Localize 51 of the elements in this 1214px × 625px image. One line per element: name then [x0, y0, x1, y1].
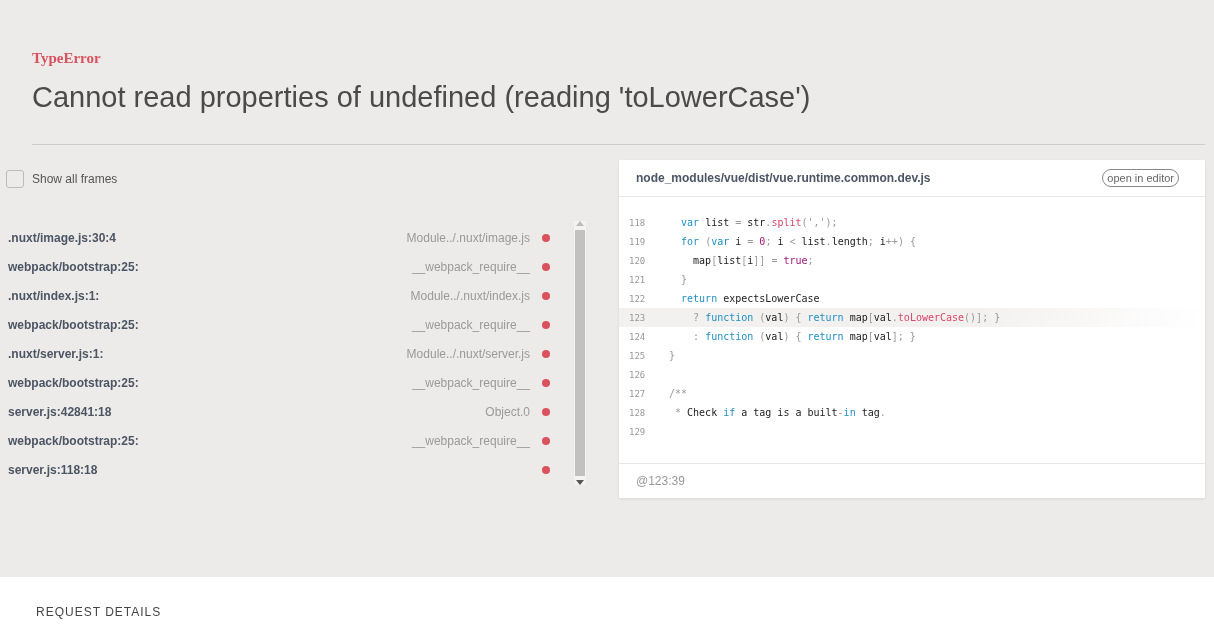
scrollbar[interactable] [574, 221, 586, 485]
line-number: 120 [628, 255, 647, 266]
code-line: } [669, 350, 676, 361]
code-line: return expectsLowerCase [680, 293, 820, 304]
checkbox-label[interactable]: Show all frames [32, 172, 118, 186]
status-dot [542, 378, 550, 387]
frame-location[interactable]: webpack/bootstrap:25: [8, 433, 412, 448]
line-number: 125 [628, 350, 647, 361]
frame-location[interactable]: .nuxt/index.js:1: [8, 288, 411, 303]
status-dot [542, 465, 550, 474]
line-number: 129 [628, 426, 647, 437]
scroll-down-icon[interactable] [576, 480, 584, 485]
code-line: /** [669, 388, 688, 399]
error-type: TypeError [32, 50, 102, 67]
frame-location[interactable]: webpack/bootstrap:25: [8, 259, 412, 274]
code-line: for (var i = 0; i < list.length; i++) { [680, 236, 916, 247]
status-dot [542, 320, 550, 329]
scroll-up-icon[interactable] [576, 221, 584, 226]
line-number: 122 [628, 293, 647, 304]
status-dot [542, 233, 550, 242]
code-line: ? function (val) { return map[val.toLowerCase()]; } [692, 312, 1001, 323]
frame-location[interactable]: server.js:42841:18 [8, 404, 486, 419]
checkbox[interactable] [6, 170, 24, 188]
line-number: 123 [628, 312, 647, 323]
line-number: 118 [628, 217, 647, 228]
status-dot [542, 407, 550, 416]
line-number: 126 [628, 369, 647, 380]
code-line: } [680, 274, 688, 285]
line-number: 128 [628, 407, 647, 418]
frame-location[interactable]: .nuxt/server.js:1: [8, 346, 407, 361]
cursor-position: @123:39 [636, 474, 685, 488]
status-dot [542, 349, 550, 358]
status-dot [542, 291, 550, 300]
error-message: Cannot read properties of undefined (reading 'toLowerCase') [32, 81, 812, 114]
frame-location[interactable]: webpack/bootstrap:25: [8, 375, 412, 390]
frame-location[interactable]: webpack/bootstrap:25: [8, 317, 412, 332]
line-number: 124 [628, 331, 647, 342]
status-dot [542, 262, 550, 271]
frame-location[interactable]: server.js:118:18 [8, 462, 542, 477]
code-line: : function (val) { return map[val]; } [692, 331, 916, 342]
status-dot [542, 436, 550, 445]
file-path: node_modules/vue/dist/vue.runtime.common.dev.js [636, 171, 931, 185]
section-heading: REQUEST DETAILS [36, 605, 163, 619]
line-number: 127 [628, 388, 647, 399]
code-line: map[list[i]] = true; [692, 255, 814, 266]
line-number: 121 [628, 274, 647, 285]
open-in-editor-button[interactable]: open in editor [1102, 169, 1179, 187]
line-number: 119 [628, 236, 647, 247]
code-line: var list = str.split(','); [680, 217, 838, 228]
frame-location[interactable]: .nuxt/image.js:30:4 [8, 230, 407, 245]
code-line: * Check if a tag is a built-in tag. [674, 407, 886, 418]
